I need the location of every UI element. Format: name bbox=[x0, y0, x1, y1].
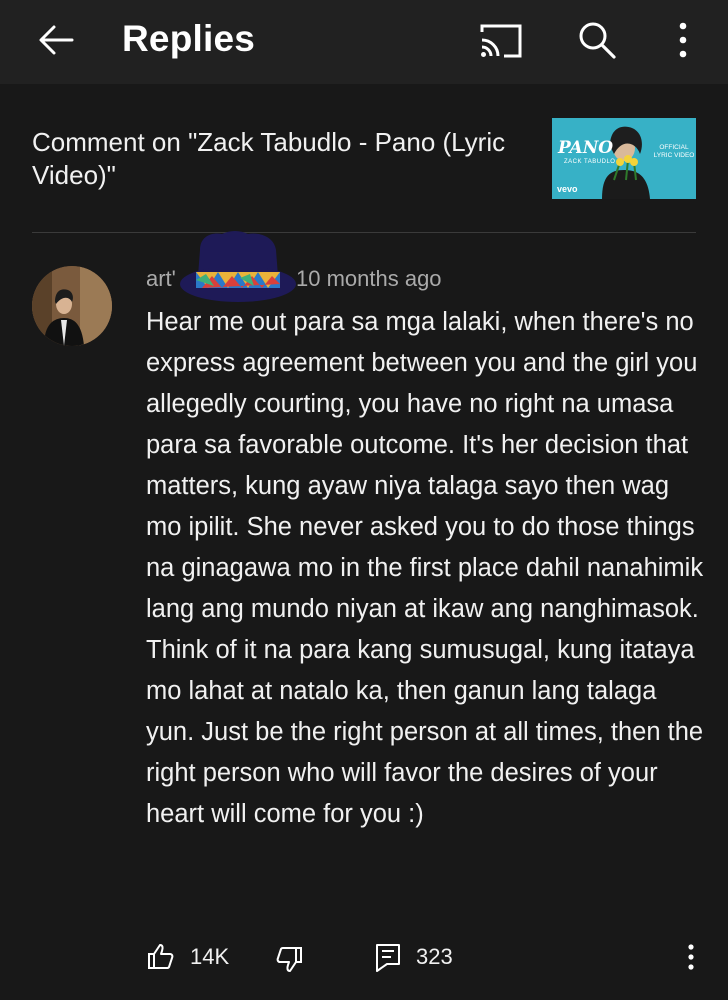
avatar[interactable] bbox=[32, 266, 112, 346]
dislike-button[interactable] bbox=[276, 946, 304, 974]
like-count: 14K bbox=[190, 944, 230, 969]
more-vert-icon bbox=[679, 22, 687, 58]
cast-icon bbox=[480, 24, 522, 58]
thumbs-down-icon bbox=[276, 947, 302, 972]
top-app-bar: Replies bbox=[0, 0, 728, 84]
thumbnail-artist: ZACK TABUDLO bbox=[564, 159, 616, 165]
vevo-logo: vevo bbox=[557, 184, 578, 194]
reply-count: 323 bbox=[416, 944, 453, 969]
video-thumbnail[interactable]: PANO ZACK TABUDLO OFFICIAL LYRIC VIDEO v… bbox=[552, 118, 696, 199]
comment-more-button[interactable] bbox=[684, 942, 698, 972]
divider bbox=[32, 232, 696, 233]
page-title: Replies bbox=[122, 18, 256, 59]
comment-on-video-title: Comment on "Zack Tabudlo - Pano (Lyric V… bbox=[32, 127, 506, 190]
back-arrow-icon bbox=[39, 25, 74, 55]
thumbnail-title: PANO bbox=[558, 138, 614, 158]
comment-actions: 14K 323 bbox=[0, 936, 728, 980]
comment-time: 10 months ago bbox=[296, 266, 442, 291]
cast-button[interactable] bbox=[476, 20, 526, 62]
comment-text: Hear me out para sa mga lalaki, when the… bbox=[146, 308, 704, 828]
search-icon bbox=[579, 22, 616, 59]
hat-sticker-overlay bbox=[180, 231, 296, 302]
avatar-photo bbox=[32, 266, 112, 346]
comment-author[interactable]: art' bbox=[146, 266, 176, 292]
more-vert-icon bbox=[688, 944, 694, 970]
more-options-button[interactable] bbox=[668, 18, 698, 62]
thumbnail-badge: OFFICIAL LYRIC VIDEO bbox=[653, 144, 695, 159]
back-button[interactable] bbox=[34, 20, 82, 60]
search-button[interactable] bbox=[574, 18, 620, 62]
like-button[interactable] bbox=[146, 942, 174, 970]
reply-button[interactable] bbox=[374, 942, 402, 972]
reply-comment-icon bbox=[376, 944, 400, 972]
thumbs-up-icon bbox=[148, 944, 174, 969]
comment-meta: art' 10 months ago bbox=[146, 266, 442, 292]
